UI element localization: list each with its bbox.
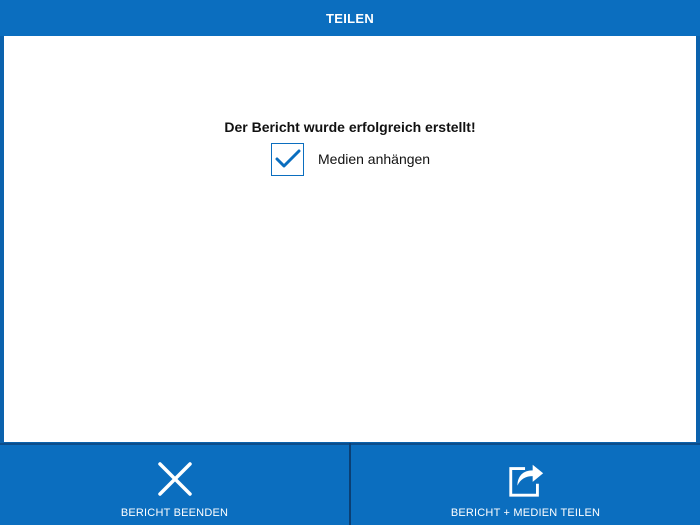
attach-media-option[interactable]: Medien anhängen (271, 140, 430, 178)
finish-report-button[interactable]: BERICHT BEENDEN (0, 443, 349, 525)
share-report-media-button[interactable]: BERICHT + MEDIEN TEILEN (351, 443, 700, 525)
finish-report-label: BERICHT BEENDEN (120, 507, 229, 519)
success-message: Der Bericht wurde erfolgreich erstellt! (224, 119, 476, 135)
title-bar: TEILEN (0, 0, 700, 36)
share-icon (506, 459, 546, 499)
page-title: TEILEN (325, 10, 375, 26)
attach-media-label: Medien anhängen (318, 151, 431, 167)
checkmark-icon (275, 149, 300, 168)
share-report-media-label: BERICHT + MEDIEN TEILEN (450, 507, 601, 519)
attach-media-checkbox[interactable] (271, 142, 304, 176)
action-bar: BERICHT BEENDEN BERICHT + MEDIEN TEILEN (0, 443, 700, 525)
main-panel: Der Bericht wurde erfolgreich erstellt! … (4, 36, 696, 442)
close-icon (155, 459, 195, 499)
